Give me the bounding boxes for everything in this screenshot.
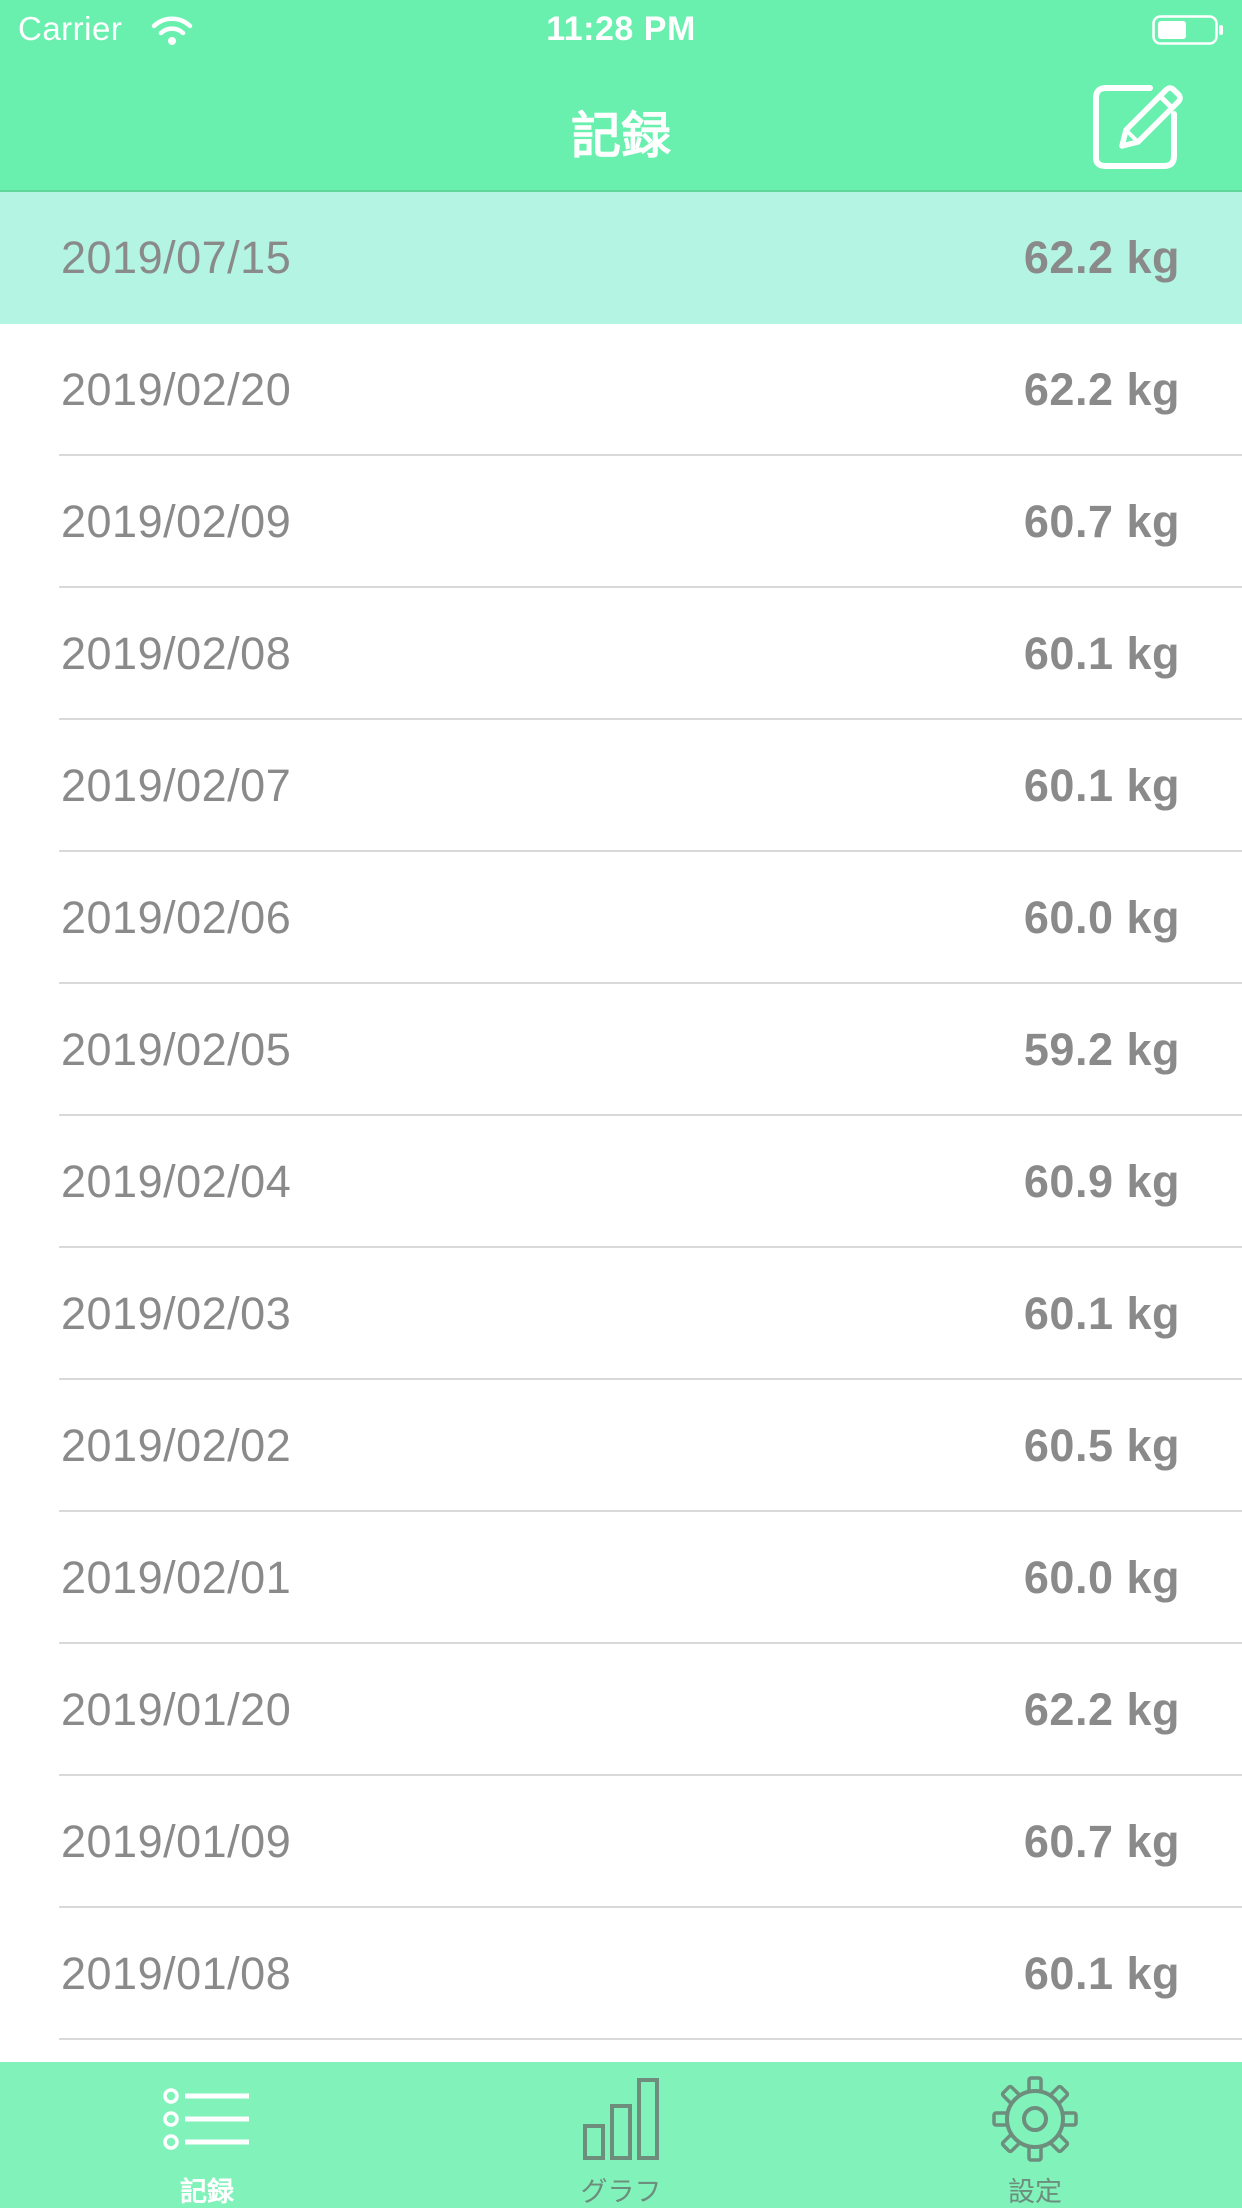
table-row[interactable]: 2019/02/08 60.1 kg [0,588,1242,720]
record-date: 2019/02/07 [61,760,292,811]
record-date: 2019/01/09 [61,1816,292,1867]
table-row[interactable]: 2019/07/15 62.2 kg [0,192,1242,324]
record-date: 2019/02/20 [61,364,292,415]
record-date: 2019/02/02 [61,1420,292,1471]
record-date: 2019/02/09 [61,496,292,547]
record-weight: 60.1 kg [1023,628,1180,679]
table-row[interactable]: 2019/02/03 60.1 kg [0,1248,1242,1380]
table-row[interactable]: 2019/01/20 62.2 kg [0,1644,1242,1776]
record-weight: 60.1 kg [1023,1948,1180,1999]
table-row[interactable]: 2019/02/01 60.0 kg [0,1512,1242,1644]
record-date: 2019/01/20 [61,1684,292,1735]
record-date: 2019/02/03 [61,1288,292,1339]
list-icon [157,2074,257,2164]
tab-label: グラフ [580,2177,662,2208]
record-date: 2019/02/01 [61,1552,292,1603]
record-date: 2019/07/15 [61,232,292,283]
record-weight: 60.1 kg [1023,760,1180,811]
tab-label: 設定 [1008,2177,1062,2208]
record-weight: 62.2 kg [1023,364,1180,415]
record-weight: 60.1 kg [1023,1288,1180,1339]
tab-label: 記録 [180,2177,234,2208]
record-weight: 59.2 kg [1023,1024,1180,1075]
record-weight: 60.9 kg [1023,1156,1180,1207]
record-date: 2019/01/08 [61,1948,292,1999]
tab-records[interactable]: 記録 [0,2062,414,2208]
page-title: 記録 [571,107,671,165]
record-weight: 62.2 kg [1023,1684,1180,1735]
table-row[interactable]: 2019/02/09 60.7 kg [0,456,1242,588]
record-list[interactable]: 2019/07/15 62.2 kg 2019/02/20 62.2 kg 2019/0… [0,192,1242,2062]
record-date: 2019/02/06 [61,892,292,943]
compose-button[interactable] [1090,80,1186,172]
battery-icon [1152,15,1223,45]
table-row[interactable]: 2019/02/06 60.0 kg [0,852,1242,984]
table-row[interactable]: 2019/02/05 59.2 kg [0,984,1242,1116]
row-divider [59,2038,1242,2040]
table-row[interactable]: 2019/02/07 60.1 kg [0,720,1242,852]
record-weight: 60.0 kg [1023,1552,1180,1603]
record-weight: 60.7 kg [1023,496,1180,547]
record-date: 2019/02/05 [61,1024,292,1075]
tab-graph[interactable]: グラフ [414,2062,828,2208]
status-bar: Carrier 11:28 PM [0,0,1242,60]
compose-icon [1093,85,1183,169]
table-row[interactable]: 2019/02/02 60.5 kg [0,1380,1242,1512]
table-row[interactable]: 2019/01/08 60.1 kg [0,1908,1242,2040]
tab-bar: 記録 グラフ 設定 [0,2062,1242,2208]
record-weight: 62.2 kg [1023,232,1180,283]
record-date: 2019/02/08 [61,628,292,679]
record-weight: 60.0 kg [1023,892,1180,943]
table-row[interactable]: 2019/02/04 60.9 kg [0,1116,1242,1248]
navigation-bar: 記録 [0,60,1242,192]
record-date: 2019/02/04 [61,1156,292,1207]
record-weight: 60.5 kg [1023,1420,1180,1471]
tab-settings[interactable]: 設定 [828,2062,1242,2208]
status-time: 11:28 PM [546,10,696,48]
gear-icon [985,2074,1085,2164]
bar-chart-icon [571,2074,671,2164]
table-row[interactable]: 2019/01/09 60.7 kg [0,1776,1242,1908]
table-row[interactable]: 2019/02/20 62.2 kg [0,324,1242,456]
record-weight: 60.7 kg [1023,1816,1180,1867]
